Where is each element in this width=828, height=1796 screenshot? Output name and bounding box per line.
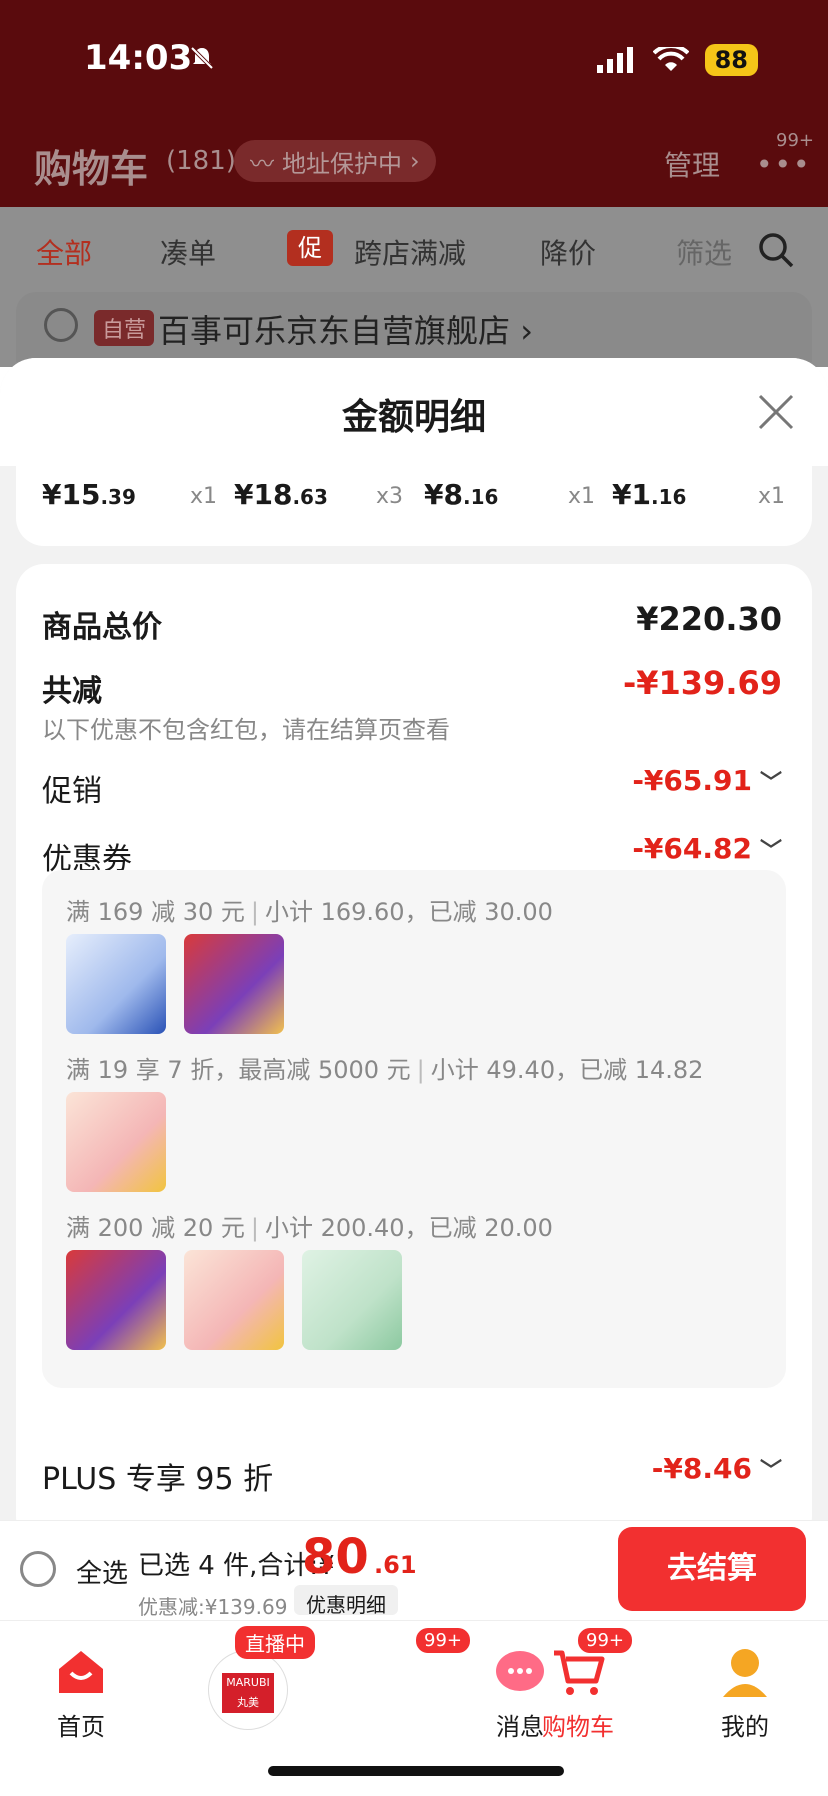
home-indicator[interactable] — [268, 1766, 564, 1776]
strip-qty: x3 — [376, 484, 404, 509]
chevron-down-icon: ﹀ — [759, 771, 782, 796]
product-thumbnail[interactable] — [66, 934, 166, 1034]
discount-summary: 优惠减:¥139.69 — [138, 1595, 288, 1619]
plus-discount-label: PLUS 专享 95 折 — [42, 1462, 274, 1497]
coupon-row-toggle[interactable]: -¥64.82 ﹀ — [632, 832, 782, 865]
cart-title: 购物车 — [34, 147, 149, 191]
goods-total-label: 商品总价 — [42, 610, 162, 645]
product-thumbnail[interactable] — [184, 1250, 284, 1350]
amount-detail-sheet: 金额明细 ¥15.39 x1 ¥18.63 x3 ¥8.16 x1 ¥1.16 … — [0, 358, 828, 1520]
promo-value: -¥65.91 — [632, 764, 752, 797]
coupon-detail-box: 满 169 减 30 元 | 小计 169.60，已减 30.00 满 19 享 7… — [42, 870, 786, 1388]
self-operated-tag: 自营 — [94, 310, 155, 346]
sheet-header: 金额明细 — [0, 358, 828, 466]
live-brand-logo: MARUBI 丸美 — [222, 1673, 274, 1713]
cart-badge: 99+ — [576, 1626, 634, 1655]
coupon-rule: 满 200 减 20 元 | 小计 200.40，已减 20.00 — [66, 1214, 553, 1242]
more-icon[interactable]: ••• — [756, 148, 812, 181]
tab-bundle[interactable]: 凑单 — [160, 232, 216, 272]
live-stream-tab[interactable]: MARUBI 丸美 — [208, 1650, 288, 1730]
tab-price-drop[interactable]: 降价 — [540, 232, 596, 272]
item-price-strip: ¥15.39 x1 ¥18.63 x3 ¥8.16 x1 ¥1.16 x1 — [16, 466, 812, 546]
product-thumbnail[interactable] — [184, 934, 284, 1034]
manage-button[interactable]: 管理 — [664, 144, 720, 184]
tab-home[interactable]: 首页 — [26, 1621, 136, 1742]
product-thumbnail[interactable] — [66, 1092, 166, 1192]
product-thumbnail[interactable] — [66, 1250, 166, 1350]
amount-detail-card: 商品总价 ¥220.30 共减 -¥139.69 以下优惠不包含红包，请在结算页… — [16, 564, 812, 1520]
select-all-label[interactable]: 全选 — [76, 1553, 128, 1590]
coupon-rule: 满 169 减 30 元 | 小计 169.60，已减 30.00 — [66, 898, 553, 926]
promo-row-toggle[interactable]: -¥65.91 ﹀ — [632, 764, 782, 797]
strip-qty: x1 — [568, 484, 596, 509]
battery-level: 88 — [704, 44, 758, 76]
address-protect-label: 地址保护中 — [282, 149, 402, 178]
total-reduce-label: 共减 — [42, 674, 102, 709]
store-name[interactable]: 百事可乐京东自营旗舰店 › — [158, 306, 533, 352]
total-main: 80 — [302, 1529, 369, 1585]
strip-price: ¥15.39 — [42, 478, 136, 511]
store-select-radio[interactable] — [44, 308, 78, 342]
coupon-value: -¥64.82 — [632, 832, 752, 865]
total-decimal: .61 — [374, 1551, 417, 1579]
sheet-title: 金额明细 — [341, 397, 486, 438]
cart-count: (181) — [166, 146, 236, 176]
checkout-button[interactable]: 去结算 — [618, 1527, 806, 1611]
strip-qty: x1 — [190, 484, 218, 509]
search-icon[interactable] — [756, 230, 796, 270]
strip-price: ¥8.16 — [424, 478, 499, 511]
message-badge: 99+ — [414, 1626, 472, 1655]
tab-home-label: 首页 — [57, 1713, 105, 1741]
tab-filter[interactable]: 筛选 — [676, 232, 732, 272]
discount-detail-button[interactable]: 优惠明细 — [294, 1585, 398, 1617]
checkout-bar: 全选 已选 4 件,合计:¥ 80 .61 优惠减:¥139.69 优惠明细 去… — [0, 1520, 828, 1620]
wifi-icon — [652, 47, 689, 71]
shield-icon: 〰 — [250, 149, 274, 178]
chevron-right-icon: › — [410, 147, 420, 175]
strip-price: ¥18.63 — [234, 478, 328, 511]
close-icon[interactable] — [754, 390, 798, 434]
more-badge: 99+ — [776, 130, 814, 151]
promo-tag: 促 — [287, 230, 333, 266]
tab-all[interactable]: 全部 — [36, 232, 92, 272]
tab-cross-store[interactable]: 跨店满减 — [354, 232, 466, 272]
plus-discount-value: -¥8.46 — [651, 1452, 752, 1485]
tab-mine[interactable]: 我的 — [690, 1621, 800, 1742]
coupon-rule: 满 19 享 7 折，最高减 5000 元 | 小计 49.40，已减 14.82 — [66, 1056, 704, 1084]
profile-icon — [723, 1649, 767, 1697]
strip-price: ¥1.16 — [612, 478, 687, 511]
chevron-down-icon: ﹀ — [759, 839, 782, 864]
address-protect-pill[interactable]: 〰 地址保护中 › — [234, 140, 436, 182]
status-indicators: 88 — [596, 44, 758, 76]
status-time: 14:03 — [84, 38, 193, 78]
goods-total-value: ¥220.30 — [636, 600, 782, 638]
chevron-down-icon: ﹀ — [759, 1459, 782, 1484]
plus-row-toggle[interactable]: -¥8.46 ﹀ — [652, 1452, 782, 1485]
tab-mine-label: 我的 — [721, 1713, 769, 1741]
product-thumbnail[interactable] — [302, 1250, 402, 1350]
total-reduce-value: -¥139.69 — [622, 664, 782, 702]
strip-qty: x1 — [758, 484, 786, 509]
select-all-radio[interactable] — [20, 1551, 56, 1587]
promo-label: 促销 — [42, 774, 102, 809]
home-icon — [59, 1651, 103, 1693]
discount-note: 以下优惠不包含红包，请在结算页查看 — [42, 716, 450, 744]
signal-icon — [596, 47, 633, 73]
bell-muted-icon — [190, 46, 214, 70]
live-badge: 直播中 — [235, 1626, 315, 1659]
tab-cart-label: 购物车 — [542, 1713, 614, 1741]
